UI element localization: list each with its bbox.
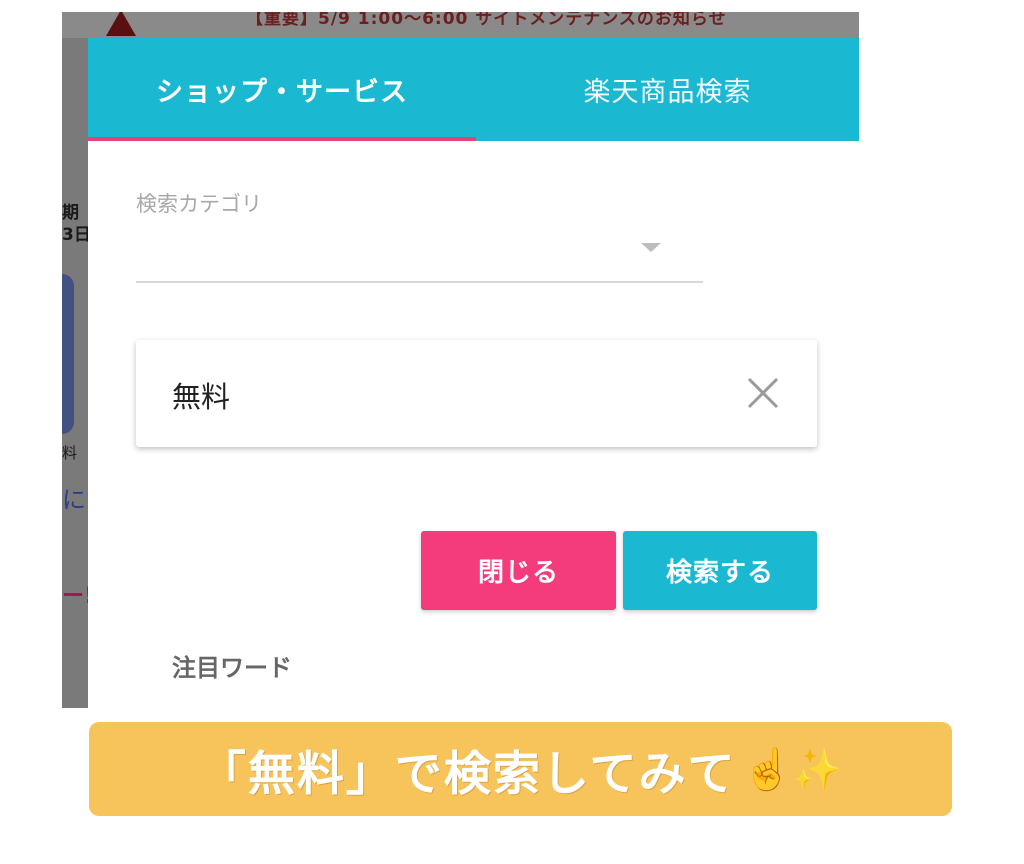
caption-text: 「無料」で検索してみて: [198, 746, 737, 802]
trending-words-heading: 注目ワード: [172, 654, 292, 682]
tab-bar: ショップ・サービス 楽天商品検索: [88, 38, 859, 141]
tab-rakuten-product-search[interactable]: 楽天商品検索: [476, 38, 859, 141]
category-label: 検索カテゴリ: [136, 192, 262, 216]
category-select[interactable]: [136, 223, 703, 283]
tab-rakuten-product-search-label: 楽天商品検索: [583, 77, 752, 108]
warning-icon: [106, 12, 136, 36]
tab-shop-service-label: ショップ・サービス: [156, 77, 408, 108]
background-fragment: 料: [62, 444, 78, 462]
active-tab-indicator: [88, 137, 476, 141]
caption-banner: 「無料」で検索してみて ☝️✨: [89, 722, 952, 816]
chevron-down-icon: [641, 243, 661, 252]
tab-shop-service[interactable]: ショップ・サービス: [88, 38, 476, 141]
maintenance-notice: 【重要】5/9 1:00〜6:00 サイトメンテナンスのお知らせ: [62, 12, 859, 38]
maintenance-notice-text: 【重要】5/9 1:00〜6:00 サイトメンテナンスのお知らせ: [246, 12, 727, 29]
background-fragment: に: [62, 486, 86, 514]
background-fragment: 期 3日: [62, 203, 91, 245]
search-modal: ショップ・サービス 楽天商品検索 検索カテゴリ 閉じる 検索する 注目ワード: [88, 38, 859, 708]
search-button[interactable]: 検索する: [623, 531, 817, 610]
search-input[interactable]: [170, 368, 734, 422]
close-button[interactable]: 閉じる: [421, 531, 616, 610]
background-decoration: [62, 274, 74, 434]
close-icon[interactable]: [746, 376, 780, 410]
pointing-up-sparkles-icon: ☝️✨: [742, 746, 843, 793]
search-box: [136, 340, 817, 447]
